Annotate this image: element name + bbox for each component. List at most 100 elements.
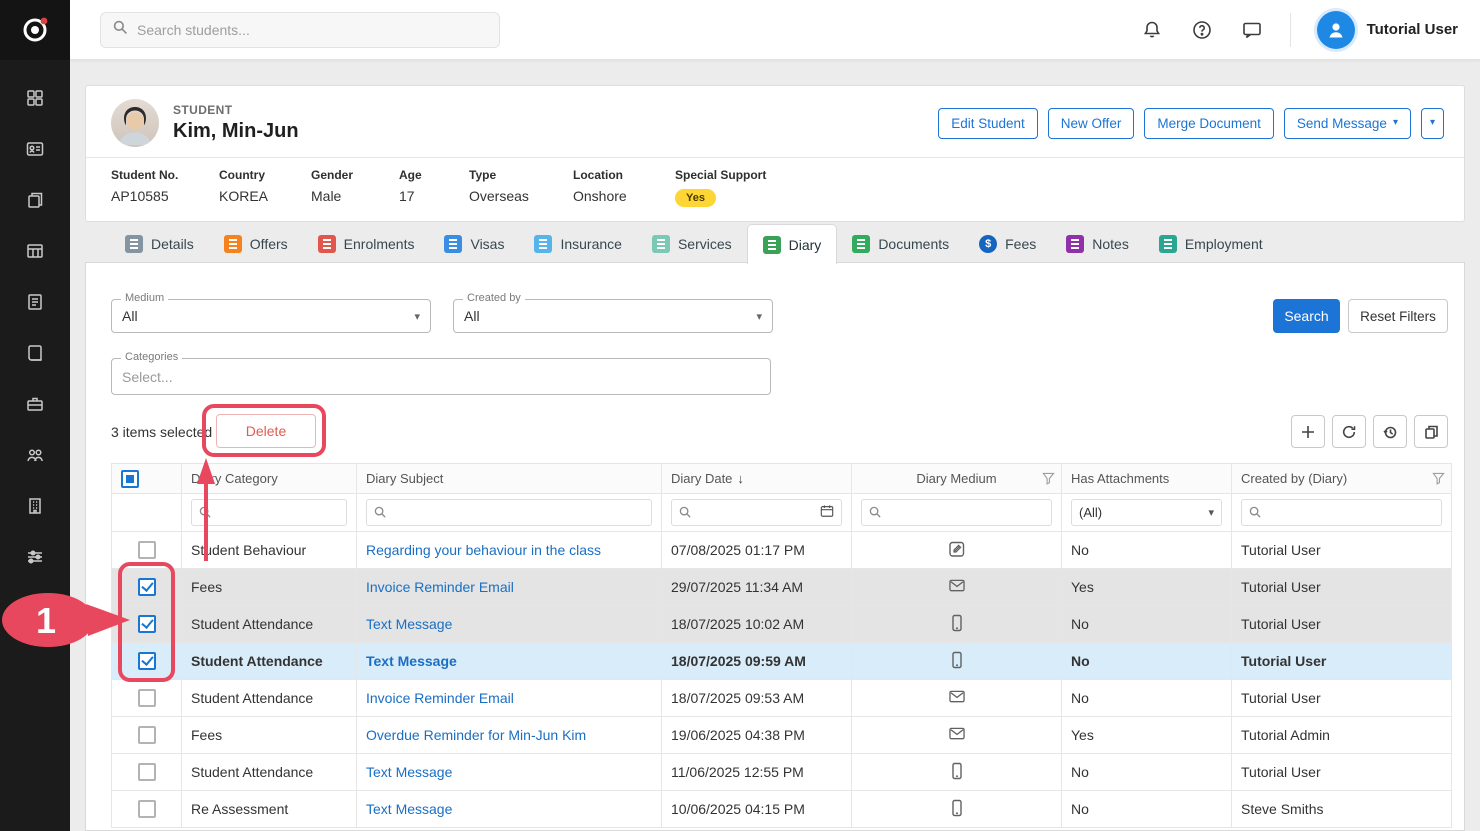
col-diary-category[interactable]: Diary Category (182, 464, 357, 494)
nav-courses-icon[interactable] (17, 341, 53, 365)
col-diary-subject[interactable]: Diary Subject (357, 464, 662, 494)
col-diary-date[interactable]: Diary Date↓ (662, 464, 852, 494)
edit-student-button[interactable]: Edit Student (938, 108, 1038, 139)
reset-filters-button[interactable]: Reset Filters (1348, 299, 1448, 333)
diary-subject-link[interactable]: Overdue Reminder for Min-Jun Kim (366, 727, 586, 743)
categories-select[interactable]: Categories Select... (111, 358, 771, 395)
table-row[interactable]: Student Attendance Text Message 18/07/20… (112, 643, 1452, 680)
nav-organisation-icon[interactable] (17, 494, 53, 518)
tab-enrolments[interactable]: Enrolments (303, 224, 430, 263)
diary-medium-icon (948, 762, 966, 783)
nav-settings-icon[interactable] (17, 545, 53, 569)
medium-filter-input[interactable] (861, 499, 1052, 526)
diary-subject-link[interactable]: Invoice Reminder Email (366, 690, 514, 706)
row-checkbox[interactable] (138, 800, 156, 818)
select-all-checkbox[interactable] (121, 470, 139, 488)
row-checkbox[interactable] (138, 578, 156, 596)
new-offer-button[interactable]: New Offer (1048, 108, 1135, 139)
chevron-down-icon: ▾ (1430, 118, 1435, 128)
col-created-by[interactable]: Created by (Diary) (1232, 464, 1452, 494)
tab-notes[interactable]: Notes (1051, 224, 1144, 263)
tab-employment[interactable]: Employment (1144, 224, 1278, 263)
col-has-attachments[interactable]: Has Attachments (1062, 464, 1232, 494)
col-diary-medium[interactable]: Diary Medium (852, 464, 1062, 494)
tab-fees[interactable]: Fees (964, 224, 1051, 263)
topbar: Tutorial User (70, 0, 1480, 60)
medium-select[interactable]: Medium All ▾ (111, 299, 431, 333)
nav-documents-icon[interactable] (17, 188, 53, 212)
category-filter-input[interactable] (191, 499, 347, 526)
tab-offers[interactable]: Offers (209, 224, 303, 263)
add-entry-button[interactable] (1291, 415, 1325, 448)
tab-diary[interactable]: Diary (747, 224, 838, 264)
filter-funnel-icon[interactable] (1432, 472, 1445, 488)
tab-insurance[interactable]: Insurance (519, 224, 636, 263)
diary-subject-link[interactable]: Text Message (366, 616, 452, 632)
row-checkbox[interactable] (138, 541, 156, 559)
messages-chat-icon[interactable] (1240, 18, 1264, 42)
cell-attachments: No (1062, 606, 1232, 643)
diary-subject-link[interactable]: Text Message (366, 764, 452, 780)
date-filter-input[interactable] (671, 499, 842, 526)
student-search[interactable] (100, 12, 500, 48)
nav-invoices-icon[interactable] (17, 290, 53, 314)
table-row[interactable]: Student Attendance Invoice Reminder Emai… (112, 680, 1452, 717)
row-checkbox[interactable] (138, 763, 156, 781)
search-input[interactable] (137, 22, 487, 38)
diary-subject-link[interactable]: Invoice Reminder Email (366, 579, 514, 595)
table-row[interactable]: Fees Overdue Reminder for Min-Jun Kim 19… (112, 717, 1452, 754)
diary-medium-icon (948, 578, 966, 596)
nav-employers-icon[interactable] (17, 392, 53, 416)
tab-documents[interactable]: Documents (837, 224, 964, 263)
row-checkbox[interactable] (138, 726, 156, 744)
cell-date: 29/07/2025 11:34 AM (662, 569, 852, 606)
nav-dashboard-icon[interactable] (17, 86, 53, 110)
info-special-support: Special Support Yes (675, 168, 1444, 207)
send-message-button[interactable]: Send Message▾ (1284, 108, 1411, 139)
delete-button[interactable]: Delete (216, 414, 316, 448)
documents-icon (852, 235, 870, 253)
nav-contacts-icon[interactable] (17, 137, 53, 161)
diary-medium-icon (948, 540, 966, 561)
row-checkbox[interactable] (138, 652, 156, 670)
search-button[interactable]: Search (1273, 299, 1340, 333)
cell-date: 19/06/2025 04:38 PM (662, 717, 852, 754)
created-by-filter-input[interactable] (1241, 499, 1442, 526)
cell-attachments: No (1062, 532, 1232, 569)
calendar-icon[interactable] (820, 504, 834, 521)
row-checkbox[interactable] (138, 615, 156, 633)
diary-subject-link[interactable]: Text Message (366, 653, 457, 669)
diary-subject-link[interactable]: Regarding your behaviour in the class (366, 542, 601, 558)
subject-filter-input[interactable] (366, 499, 652, 526)
refresh-button[interactable] (1332, 415, 1366, 448)
app-logo[interactable] (0, 0, 70, 60)
table-row[interactable]: Re Assessment Text Message 10/06/2025 04… (112, 791, 1452, 828)
notifications-bell-icon[interactable] (1140, 18, 1164, 42)
table-row[interactable]: Student Attendance Text Message 18/07/20… (112, 606, 1452, 643)
grid-filter-row: (All)▾ (112, 494, 1452, 532)
table-row[interactable]: Fees Invoice Reminder Email 29/07/2025 1… (112, 569, 1452, 606)
cell-category: Fees (182, 569, 357, 606)
filter-funnel-icon[interactable] (1042, 472, 1055, 488)
table-row[interactable]: Student Behaviour Regarding your behavio… (112, 532, 1452, 569)
help-icon[interactable] (1190, 18, 1214, 42)
diary-medium-icon (948, 799, 966, 820)
more-actions-dropdown-button[interactable]: ▾ (1421, 108, 1444, 139)
table-row[interactable]: Student Attendance Text Message 11/06/20… (112, 754, 1452, 791)
diary-icon (763, 236, 781, 254)
attachments-filter-select[interactable]: (All)▾ (1071, 499, 1222, 526)
tab-services[interactable]: Services (637, 224, 747, 263)
diary-subject-link[interactable]: Text Message (366, 801, 452, 817)
row-checkbox[interactable] (138, 689, 156, 707)
nav-tables-icon[interactable] (17, 239, 53, 263)
revert-history-button[interactable] (1373, 415, 1407, 448)
export-copy-button[interactable] (1414, 415, 1448, 448)
cell-category: Student Behaviour (182, 532, 357, 569)
nav-agents-icon[interactable] (17, 443, 53, 467)
cell-date: 07/08/2025 01:17 PM (662, 532, 852, 569)
tab-visas[interactable]: Visas (429, 224, 519, 263)
tab-details[interactable]: Details (110, 224, 209, 263)
user-menu[interactable]: Tutorial User (1317, 11, 1458, 49)
merge-document-button[interactable]: Merge Document (1144, 108, 1274, 139)
created-by-select[interactable]: Created by All ▾ (453, 299, 773, 333)
